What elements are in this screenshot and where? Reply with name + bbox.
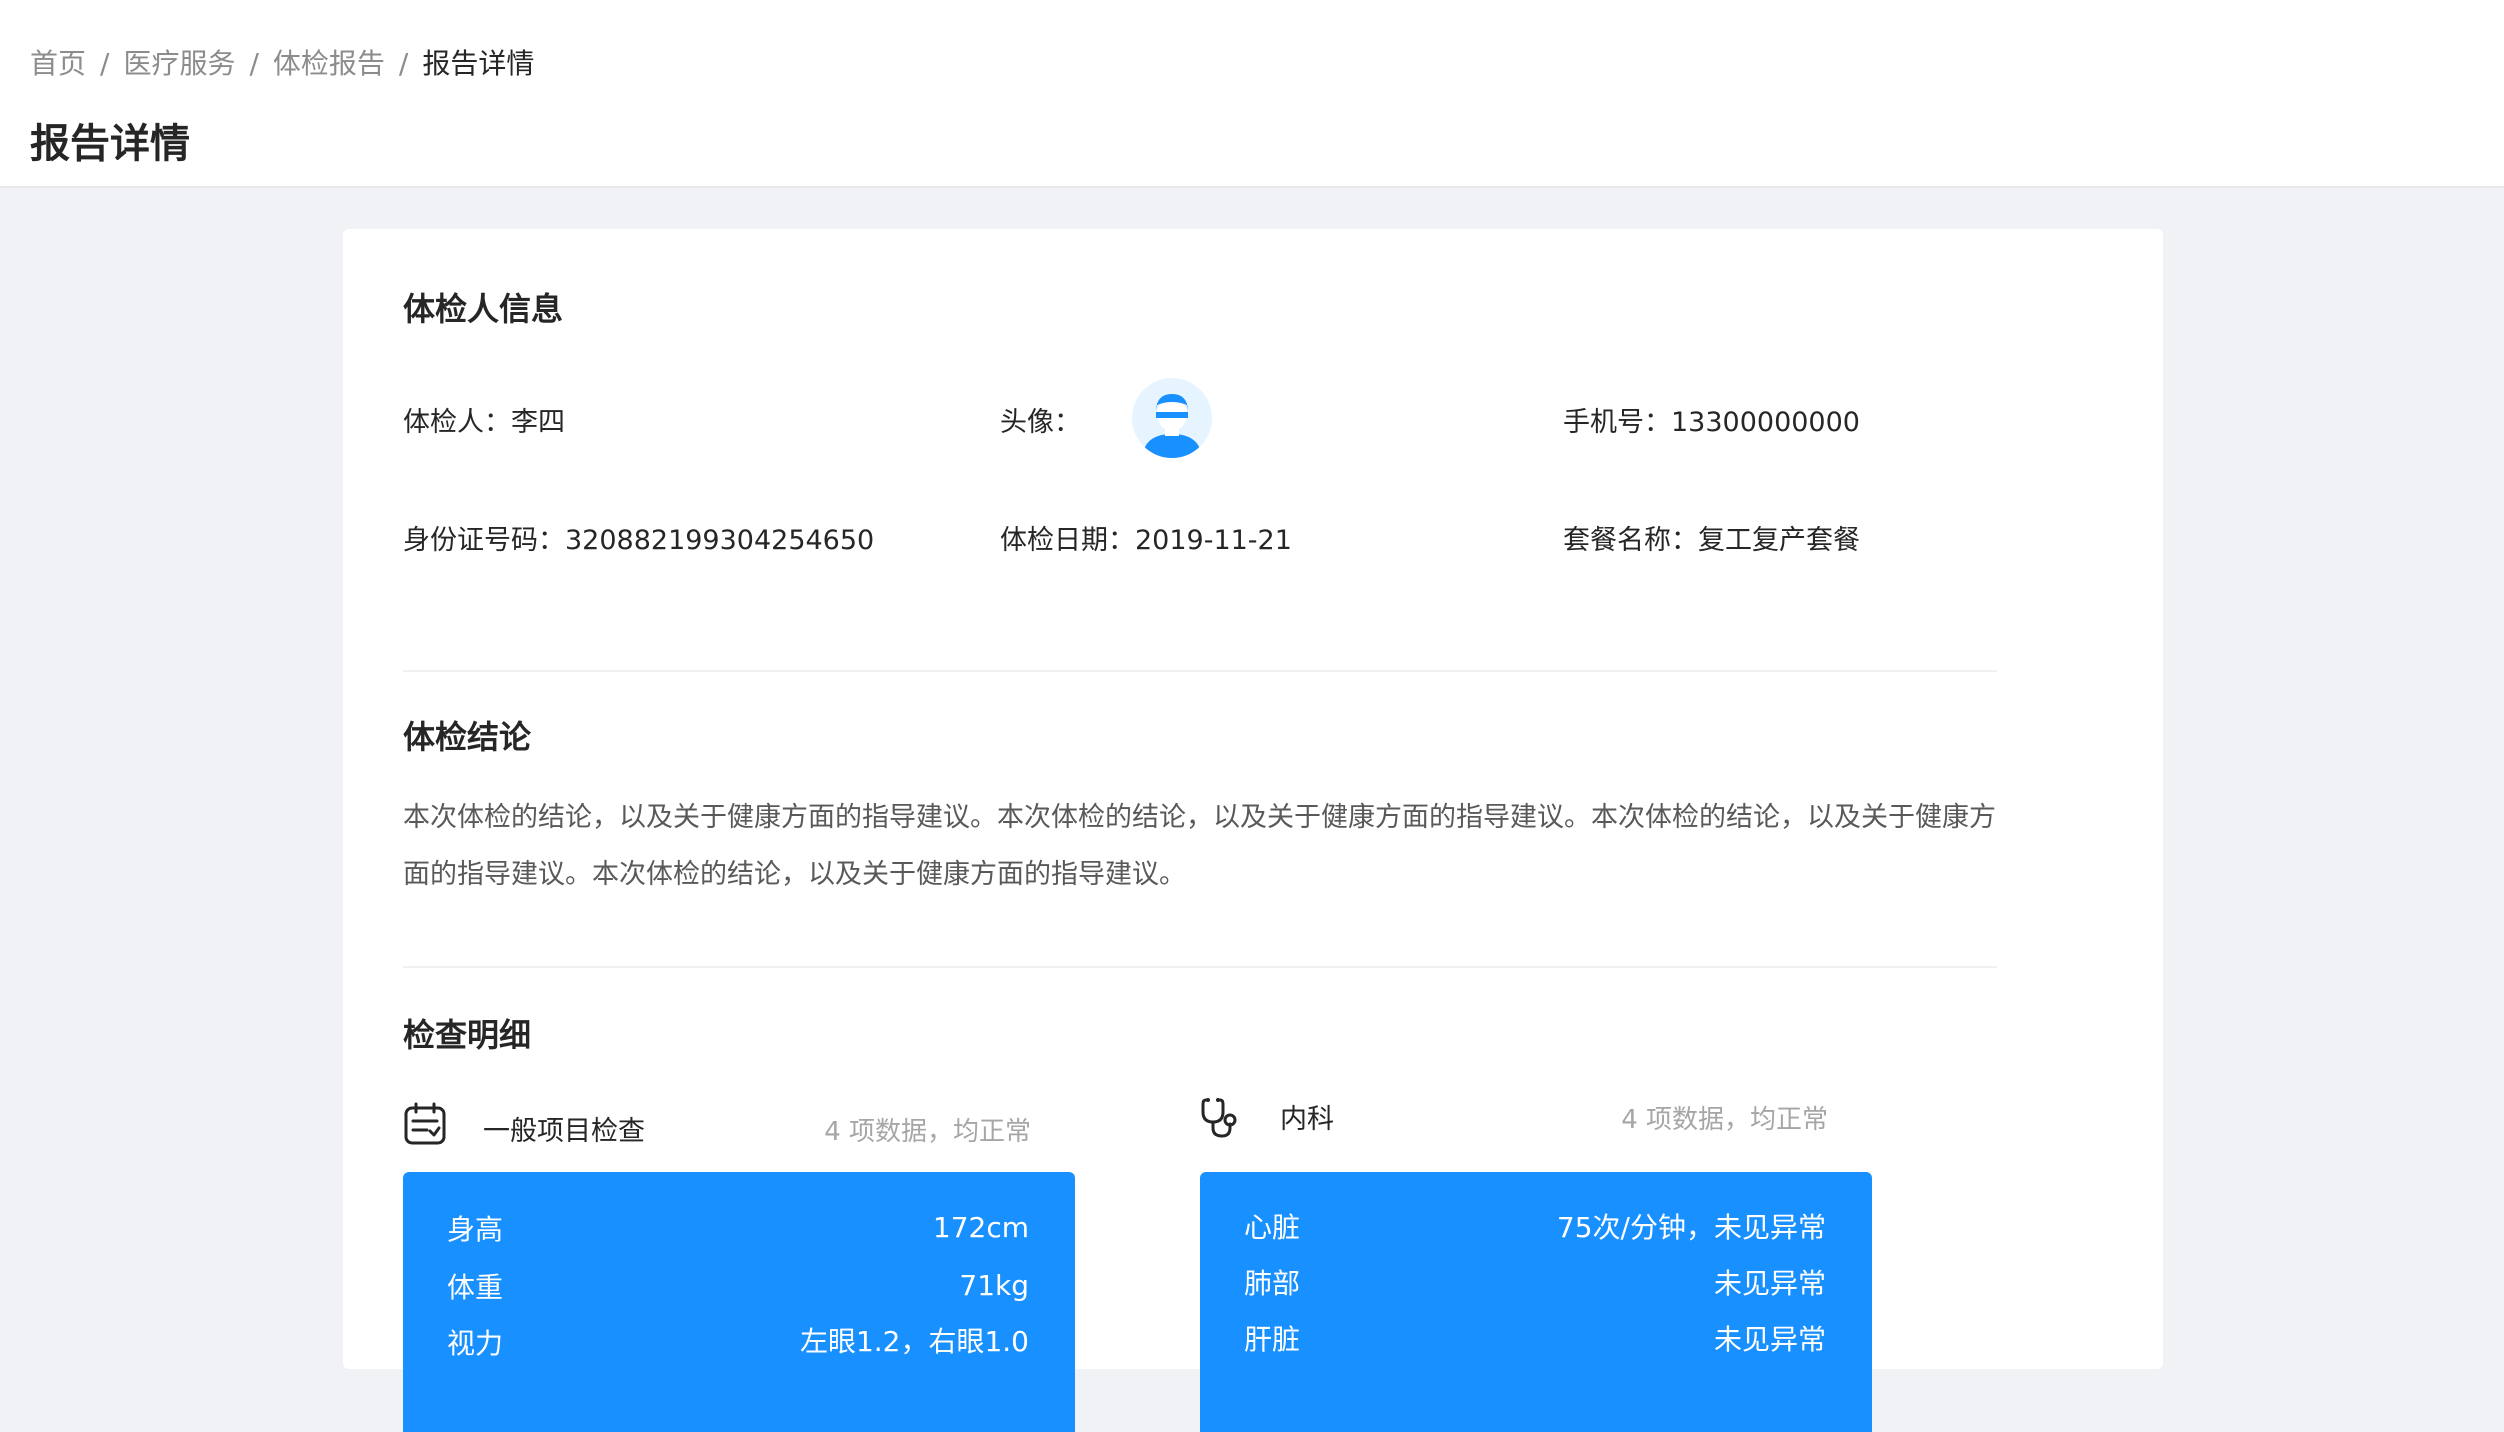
item-value: 左眼1.2，右眼1.0 [799,1325,1029,1358]
list-item: 视力 左眼1.2，右眼1.0 [447,1324,1029,1364]
divider [403,670,1997,672]
detail-section-title: 检查明细 [403,1016,532,1054]
avatar-label: 头像： [1000,407,1081,438]
phone-value: 13300000000 [1671,407,1860,438]
package-value: 复工复产套餐 [1698,525,1860,556]
breadcrumb-exam-report[interactable]: 体检报告 [273,47,385,80]
phone-field: 手机号：13300000000 [1563,403,1860,443]
group-summary: 4 项数据，均正常 [1621,1105,1828,1135]
divider [403,966,1997,968]
breadcrumb-separator: / [249,47,259,80]
conclusion-text: 本次体检的结论，以及关于健康方面的指导建议。本次体检的结论，以及关于健康方面的指… [403,802,1996,890]
list-item: 肝脏 未见异常 [1244,1320,1826,1360]
breadcrumb-current: 报告详情 [422,47,535,80]
item-key: 肺部 [1244,1267,1301,1300]
item-value: 未见异常 [1713,1323,1826,1356]
breadcrumb-separator: / [100,47,110,80]
id-number-field: 身份证号码：320882199304254650 [403,521,874,561]
exam-date-value: 2019-11-21 [1135,525,1292,556]
id-number-value: 320882199304254650 [565,525,875,556]
item-value: 71kg [959,1269,1029,1302]
checklist-icon [404,1102,446,1145]
exam-date-label: 体检日期： [1000,525,1135,556]
conclusion-section-title: 体检结论 [403,718,532,756]
item-value: 75次/分钟，未见异常 [1556,1211,1826,1244]
item-key: 视力 [447,1327,504,1360]
list-item: 肺部 未见异常 [1244,1264,1826,1304]
item-value: 172cm [932,1211,1029,1244]
phone-label: 手机号： [1563,407,1671,438]
person-name-field: 体检人：李四 [403,403,565,443]
report-card: 体检人信息 体检人：李四 头像： 手机号：13300000000 身份证号码：3… [343,229,2163,1432]
exam-date-field: 体检日期：2019-11-21 [1000,521,1292,561]
package-field: 套餐名称：复工复产套餐 [1563,521,1860,561]
group-general-header[interactable]: 一般项目检查 4 项数据，均正常 [403,1102,1075,1150]
breadcrumb-home[interactable]: 首页 [30,47,86,80]
item-value: 未见异常 [1713,1267,1826,1300]
stethoscope-icon [1201,1098,1237,1138]
avatar [1132,378,1212,458]
page-title: 报告详情 [30,121,190,167]
group-general-panel: 身高 172cm 体重 71kg 视力 左眼1.2，右眼1.0 [403,1172,1075,1432]
list-item: 身高 172cm [447,1210,1029,1250]
breadcrumb: 首页 / 医疗服务 / 体检报告 / 报告详情 [30,44,534,84]
group-internal-header[interactable]: 内科 4 项数据，均正常 [1200,1096,1872,1144]
page-header: 首页 / 医疗服务 / 体检报告 / 报告详情 报告详情 [0,0,2504,188]
person-name-value: 李四 [511,407,565,438]
breadcrumb-medical-service[interactable]: 医疗服务 [123,47,235,80]
person-section-title: 体检人信息 [403,290,564,328]
list-item: 体重 71kg [447,1268,1029,1308]
id-number-label: 身份证号码： [403,525,565,556]
breadcrumb-separator: / [398,47,409,80]
item-key: 心脏 [1244,1211,1301,1244]
item-key: 身高 [447,1213,504,1246]
group-internal-panel: 心脏 75次/分钟，未见异常 肺部 未见异常 肝脏 未见异常 [1200,1172,1872,1432]
list-item: 心脏 75次/分钟，未见异常 [1244,1208,1826,1248]
item-key: 肝脏 [1244,1323,1301,1356]
group-name: 内科 [1280,1104,1334,1135]
package-label: 套餐名称： [1563,525,1698,556]
item-key: 体重 [447,1271,504,1304]
person-name-label: 体检人： [403,407,511,438]
group-summary: 4 项数据，均正常 [824,1117,1031,1147]
group-name: 一般项目检查 [483,1116,645,1147]
